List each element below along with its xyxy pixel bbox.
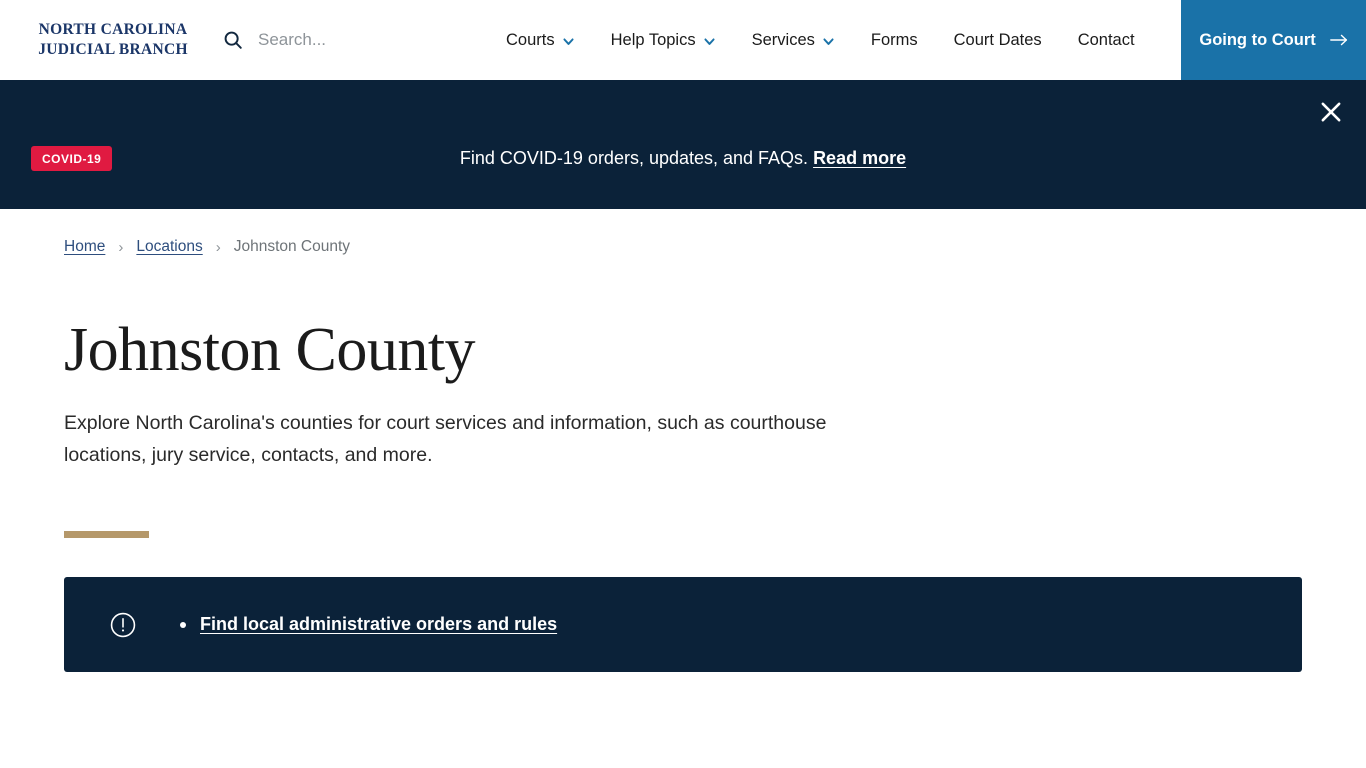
breadcrumb-item-locations[interactable]: Locations (136, 238, 202, 256)
nav-label: Forms (870, 30, 918, 49)
page-title: Johnston County (64, 316, 476, 384)
cta-label: Going to Court (1199, 30, 1316, 49)
exclamation-circle-icon (110, 612, 136, 637)
covid-alert-banner: COVID-19 Find COVID-19 orders, updates, … (0, 80, 1366, 209)
close-icon[interactable] (1317, 98, 1345, 126)
chevron-down-icon (563, 37, 574, 45)
site-header: NORTH CAROLINA JUDICIAL BRANCH Courts He… (0, 0, 1366, 80)
arrow-right-icon (1329, 34, 1347, 46)
nav-item-contact[interactable]: Contact (1060, 23, 1153, 58)
nav-label: Help Topics (610, 30, 696, 49)
callout-box: Find local administrative orders and rul… (64, 577, 1302, 673)
list-item: Find local administrative orders and rul… (178, 611, 1272, 638)
nav-item-services[interactable]: Services (734, 23, 853, 58)
nav-item-help-topics[interactable]: Help Topics (593, 23, 734, 58)
chevron-down-icon (823, 37, 834, 45)
site-logo[interactable]: NORTH CAROLINA JUDICIAL BRANCH (0, 0, 208, 80)
main-content: Home › Locations › Johnston County Johns… (0, 209, 1366, 673)
breadcrumb-separator: › (118, 238, 124, 256)
nav-item-forms[interactable]: Forms (853, 23, 936, 58)
banner-message-text: Find COVID-19 orders, updates, and FAQs. (459, 147, 814, 168)
search-area (208, 0, 488, 80)
going-to-court-button[interactable]: Going to Court (1180, 0, 1366, 80)
logo-line-1: NORTH CAROLINA (38, 21, 188, 39)
covid-badge: COVID-19 (31, 146, 113, 171)
gold-divider (64, 531, 149, 539)
breadcrumb: Home › Locations › Johnston County (64, 209, 1302, 256)
banner-read-more-link[interactable]: Read more (813, 148, 906, 168)
nav-label: Court Dates (953, 30, 1042, 49)
nav-item-court-dates[interactable]: Court Dates (936, 23, 1060, 58)
breadcrumb-separator: › (215, 238, 221, 256)
covid-badge-wrapper: COVID-19 (31, 80, 113, 209)
logo-line-2: JUDICIAL BRANCH (38, 41, 188, 58)
breadcrumb-item-home[interactable]: Home (64, 238, 105, 256)
main-navigation: Courts Help Topics Services Forms Court … (488, 0, 1181, 80)
nav-item-courts[interactable]: Courts (488, 23, 593, 58)
nav-label: Services (751, 30, 815, 49)
breadcrumb-item-current: Johnston County (233, 238, 351, 255)
callout-list: Find local administrative orders and rul… (178, 611, 1272, 638)
callout-link-local-orders[interactable]: Find local administrative orders and rul… (200, 614, 557, 634)
nav-label: Courts (506, 30, 555, 49)
nav-label: Contact (1077, 30, 1135, 49)
page-intro: Explore North Carolina's counties for co… (64, 412, 827, 466)
search-icon[interactable] (222, 29, 244, 51)
chevron-down-icon (704, 37, 715, 45)
search-input[interactable] (258, 26, 468, 54)
banner-message: Find COVID-19 orders, updates, and FAQs.… (0, 146, 1366, 171)
